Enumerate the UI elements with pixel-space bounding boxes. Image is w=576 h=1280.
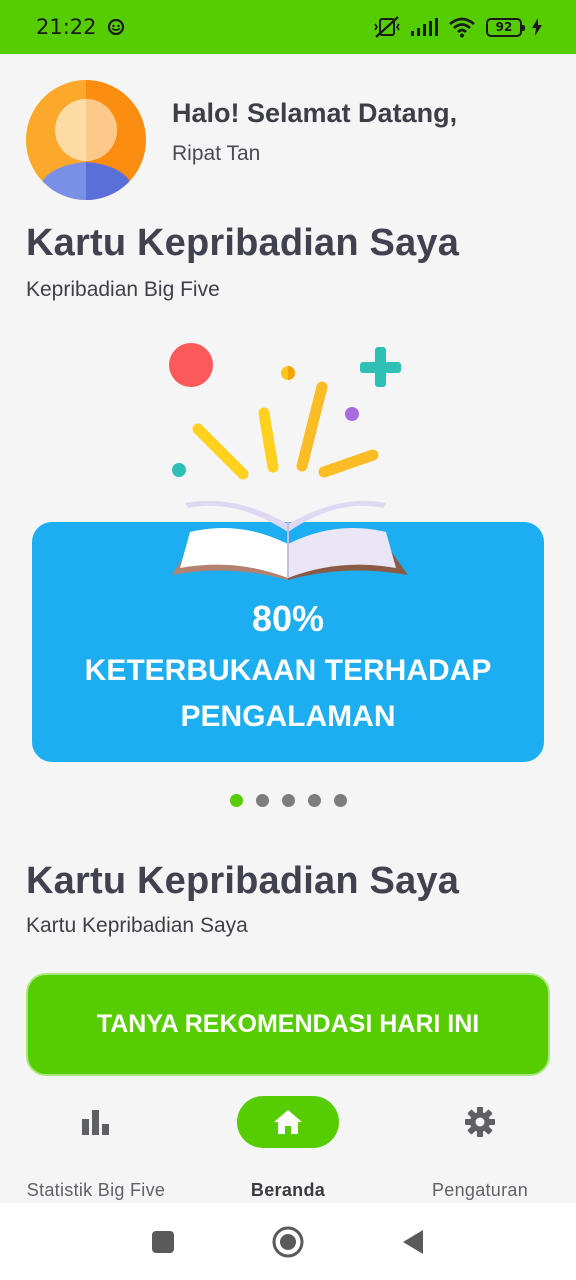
notification-icon xyxy=(107,18,124,36)
status-right: 92 xyxy=(374,15,542,39)
status-bar: 21:22 92 xyxy=(0,0,576,54)
gear-icon xyxy=(465,1107,495,1137)
carousel-dot-4[interactable] xyxy=(307,794,321,807)
ask-recommendation-button[interactable]: TANYA REKOMENDASI HARI INI xyxy=(26,973,550,1076)
user-name: Ripat Tan xyxy=(172,142,261,165)
battery-level: 92 xyxy=(495,20,513,34)
status-left: 21:22 xyxy=(36,15,125,39)
charging-icon xyxy=(532,18,542,36)
mute-icon xyxy=(374,16,400,38)
section-subtitle-2: Kartu Kepribadian Saya xyxy=(26,914,248,937)
avatar[interactable] xyxy=(26,80,146,200)
section-title: Kartu Kepribadian Saya xyxy=(26,222,460,264)
greeting-title: Halo! Selamat Datang, xyxy=(172,98,458,128)
nav-label-settings: Pengaturan xyxy=(431,1180,529,1200)
ask-recommendation-label: TANYA REKOMENDASI HARI INI xyxy=(96,1010,480,1038)
carousel-indicator xyxy=(0,794,576,807)
system-navigation-bar xyxy=(0,1203,576,1280)
carousel-dot-5[interactable] xyxy=(333,794,347,807)
section-subtitle: Kepribadian Big Five xyxy=(26,278,220,301)
nav-icon-container xyxy=(45,1096,147,1148)
battery-indicator: 92 xyxy=(486,17,525,37)
signal-icon xyxy=(411,18,438,36)
back-icon[interactable] xyxy=(401,1228,425,1256)
card-percentage: 80% xyxy=(251,598,325,639)
nav-icon-container xyxy=(429,1096,531,1148)
nav-icon-container-active xyxy=(237,1096,339,1148)
home-icon xyxy=(274,1110,302,1134)
carousel-dot-2[interactable] xyxy=(255,794,269,807)
status-time: 21:22 xyxy=(36,15,97,39)
card-trait-label: KETERBUKAAN TERHADAP PENGALAMAN xyxy=(84,654,492,733)
carousel-dot-1[interactable] xyxy=(229,794,243,807)
home-circle-icon[interactable] xyxy=(271,1225,305,1259)
nav-label-home: Beranda xyxy=(250,1180,326,1200)
nav-label-statistics: Statistik Big Five xyxy=(26,1180,166,1200)
bar-chart-icon xyxy=(82,1110,109,1135)
section-title-2: Kartu Kepribadian Saya xyxy=(26,860,460,902)
recents-icon[interactable] xyxy=(151,1230,175,1254)
open-book-illustration xyxy=(169,343,408,580)
bottom-navigation: Statistik Big Five Beranda Pengaturan xyxy=(0,1092,576,1202)
wifi-icon xyxy=(449,17,475,38)
carousel-dot-3[interactable] xyxy=(281,794,295,807)
